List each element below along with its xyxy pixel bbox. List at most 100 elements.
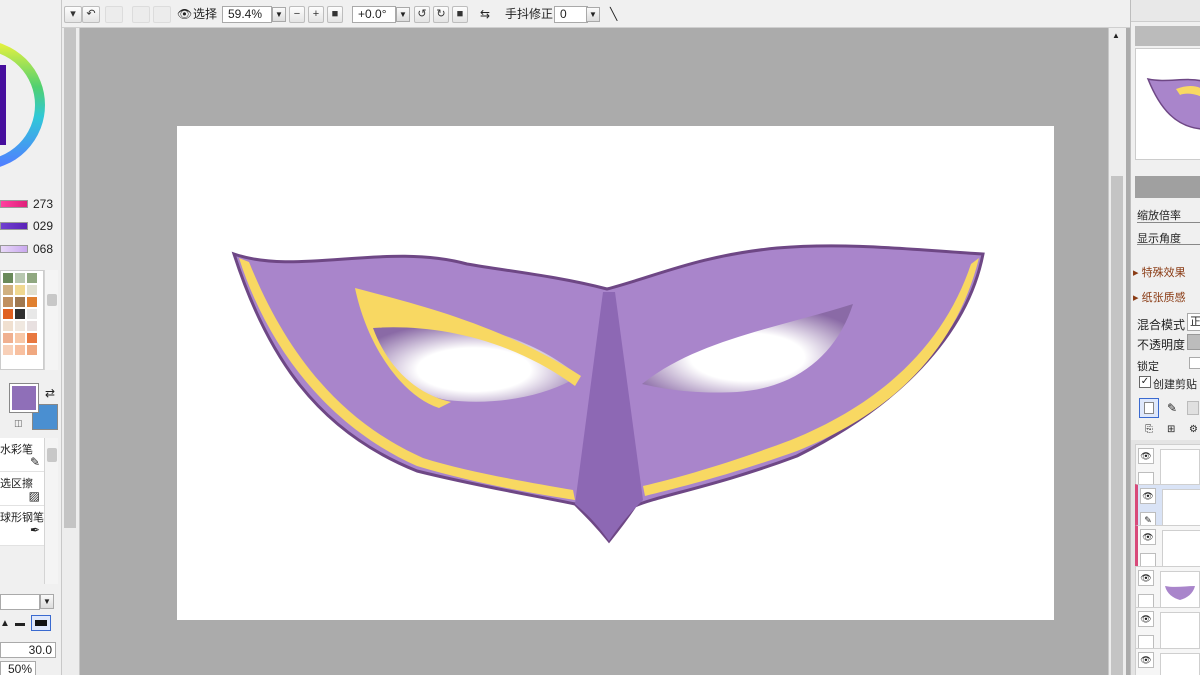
new-folder-icon[interactable] [1187,401,1199,415]
zoom-ratio-slider[interactable] [1137,222,1200,223]
stabilizer-field[interactable]: 0 [554,6,588,23]
toolbar: ▾ ↶ 👁 选择 59.4% ▼ − + ■ +0.0° ▼ ↺ ↻ ■ ⇆ 手… [62,0,1130,28]
chevron-down-icon[interactable]: ▼ [40,594,54,609]
eye-icon[interactable]: 👁 [1140,488,1156,504]
tool-list-scroll-thumb[interactable] [47,448,57,462]
new-vector-layer-icon[interactable]: ✎ [1167,401,1177,415]
brush-tip-soft-icon[interactable]: ▲ [0,618,10,629]
tool-item-watercolor[interactable]: 水彩笔 ✎ [0,438,44,472]
lock-checkbox[interactable] [1189,357,1200,369]
swatch[interactable] [3,273,13,283]
flip-horizontal-icon[interactable]: ⇆ [480,7,490,21]
stabilizer-dropdown-icon[interactable]: ▼ [586,7,600,22]
swatch[interactable] [27,285,37,295]
scroll-up-arrow-icon[interactable]: ▲ [1112,31,1120,40]
palette-scrollbar[interactable] [44,270,58,370]
straight-line-icon[interactable]: ╲ [610,7,617,21]
swatch[interactable] [3,297,13,307]
left-scroll-thumb[interactable] [64,28,76,528]
tool-item-selection-eraser[interactable]: 选区擦 ▨ [0,472,44,506]
swatch[interactable] [27,333,37,343]
display-angle-slider[interactable] [1137,244,1200,245]
left-vertical-scrollbar[interactable] [62,28,80,675]
blend-mode-select[interactable]: 正 [1187,313,1200,331]
swatch[interactable] [15,273,25,283]
eye-icon[interactable]: 👁 [1140,529,1156,545]
swatch[interactable] [27,273,37,283]
swatch[interactable] [15,285,25,295]
special-effects-section[interactable]: ▸ 特殊效果 [1133,264,1186,280]
swatch[interactable] [15,297,25,307]
rotate-reset-button[interactable]: ■ [452,6,468,23]
zoom-in-button[interactable]: + [308,6,324,23]
swatch[interactable] [27,297,37,307]
palette-scroll-thumb[interactable] [47,294,57,306]
navigator-mask-thumb [1146,77,1200,130]
invert-selection-button[interactable] [153,6,171,23]
swatch[interactable] [3,309,13,319]
brush-density-field[interactable]: 50% [0,661,36,675]
slider-hue[interactable]: 273 [0,195,61,213]
tool-item-pen[interactable]: 球形钢笔 ✒ [0,506,44,546]
swap-colors-icon[interactable]: ⇄ [45,386,55,400]
drawing-paper[interactable] [177,126,1054,620]
zoom-dropdown-icon[interactable]: ▼ [272,7,286,22]
slider-saturation-bar[interactable] [0,222,28,230]
slider-value[interactable]: 068 [0,240,61,258]
slider-hue-value: 273 [33,197,54,211]
primary-color-swatch[interactable] [9,383,39,413]
canvas-scroll-thumb[interactable] [1111,176,1123,675]
left-panel: 273 029 068 ⇄ ◫ 水彩笔 ✎ 选区擦 ▨ 球形钢笔 ✒ ▼ ▲ ▬… [0,0,62,675]
swatch[interactable] [15,309,25,319]
canvas-menu-button[interactable]: ▾ [64,6,82,23]
copy-layer-icon[interactable]: ⎘ [1145,424,1153,435]
swatch[interactable] [15,333,25,343]
brush-shape-select[interactable] [0,594,40,610]
eye-icon[interactable]: 👁 [1138,611,1154,627]
eye-icon[interactable]: 👁 [1138,652,1154,668]
select-label[interactable]: 选择 [193,7,217,21]
swatch[interactable] [15,345,25,355]
opacity-slider[interactable] [1187,334,1200,350]
slider-value-bar[interactable] [0,245,28,253]
swatch[interactable] [3,321,13,331]
brush-tip-medium-icon[interactable]: ▬ [15,618,25,629]
clipping-checkbox[interactable]: ✓ [1139,376,1151,388]
eye-icon[interactable]: 👁 [177,7,192,21]
rotate-left-button[interactable]: ↺ [414,6,430,23]
new-layer-button[interactable] [1139,398,1159,418]
eye-icon[interactable]: 👁 [1138,448,1154,464]
swatch[interactable] [3,285,13,295]
rotation-field[interactable]: +0.0° [352,6,396,23]
color-wheel[interactable] [0,30,46,180]
brush-size-field[interactable]: 30.0 [0,642,56,658]
swatch[interactable] [3,345,13,355]
zoom-reset-button[interactable]: ■ [327,6,343,23]
undo-button[interactable]: ↶ [82,6,100,23]
swatch[interactable] [27,345,37,355]
deselect-button[interactable] [132,6,150,23]
swatch[interactable] [27,309,37,319]
swatch[interactable] [27,321,37,331]
layer-settings-icon[interactable]: ⚙ [1189,424,1198,435]
swatch[interactable] [15,321,25,331]
canvas-vertical-scrollbar[interactable]: ▲ [1108,28,1126,675]
reset-colors-icon[interactable]: ◫ [14,418,23,429]
slider-saturation[interactable]: 029 [0,217,61,235]
paper-texture-section[interactable]: ▸ 纸张质感 [1133,289,1186,305]
zoom-out-button[interactable]: − [289,6,305,23]
layer-item[interactable]: 👁 [1135,648,1200,675]
navigator-preview[interactable] [1135,48,1200,160]
navigator-header [1131,0,1200,22]
brush-tip-hard-button[interactable] [31,615,51,631]
swatch-palette[interactable] [0,270,44,370]
swatch[interactable] [3,333,13,343]
slider-hue-bar[interactable] [0,200,28,208]
rotate-right-button[interactable]: ↻ [433,6,449,23]
eye-icon[interactable]: 👁 [1138,570,1154,586]
merge-layer-icon[interactable]: ⊞ [1167,424,1175,435]
tool-list-scrollbar[interactable] [44,438,58,584]
zoom-field[interactable]: 59.4% [222,6,272,23]
redo-button[interactable] [105,6,123,23]
rotation-dropdown-icon[interactable]: ▼ [396,7,410,22]
